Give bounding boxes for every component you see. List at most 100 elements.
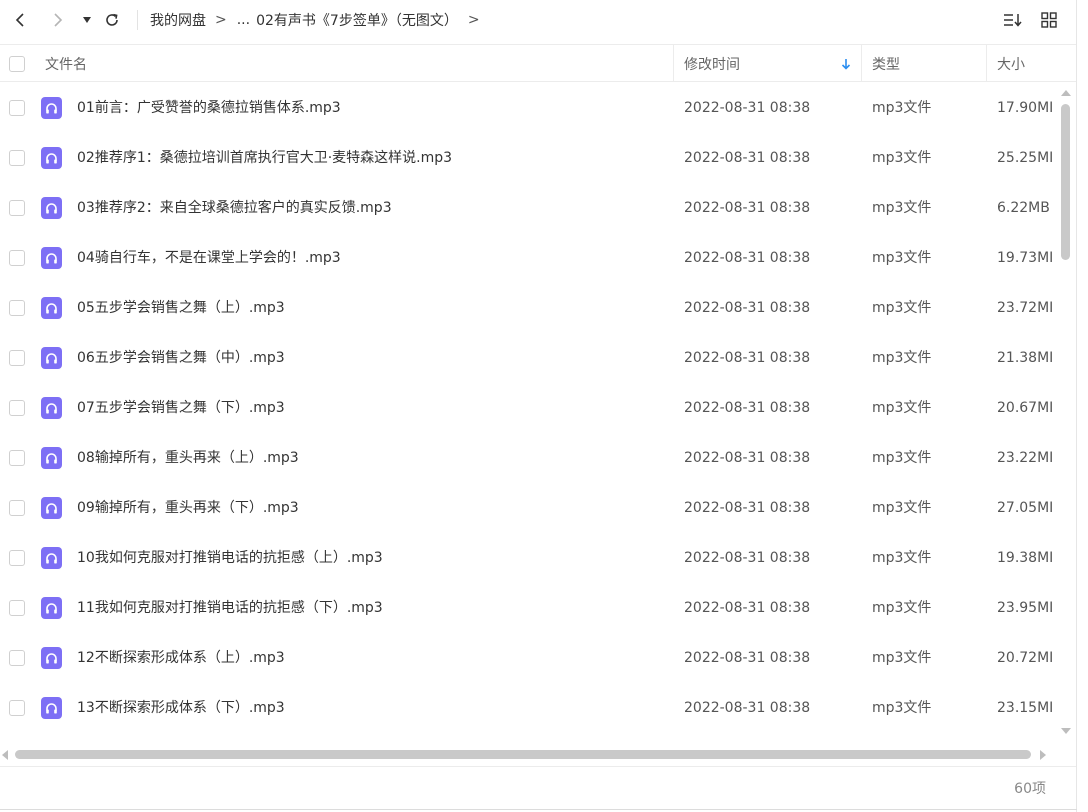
chevron-right-icon xyxy=(54,13,63,27)
file-modified-time: 2022-08-31 08:38 xyxy=(684,550,811,566)
file-name[interactable]: 07五步学会销售之舞（下）.mp3 xyxy=(77,383,285,433)
audio-file-icon xyxy=(41,547,62,569)
file-modified-time: 2022-08-31 08:38 xyxy=(684,400,811,416)
column-divider[interactable] xyxy=(673,45,674,82)
file-name[interactable]: 02推荐序1：桑德拉培训首席执行官大卫·麦特森这样说.mp3 xyxy=(77,133,452,183)
audio-file-icon xyxy=(41,697,62,719)
file-size: 23.22MI xyxy=(997,450,1054,466)
file-modified-time: 2022-08-31 08:38 xyxy=(684,250,811,266)
table-row[interactable]: 02推荐序1：桑德拉培训首席执行官大卫·麦特森这样说.mp3 2022-08-31… xyxy=(0,133,1058,183)
table-row[interactable]: 11我如何克服对打推销电话的抗拒感（下）.mp3 2022-08-31 08:38… xyxy=(0,583,1058,633)
triangle-left-icon xyxy=(2,750,8,760)
row-checkbox[interactable] xyxy=(9,350,25,366)
audio-file-icon xyxy=(41,397,62,419)
row-checkbox[interactable] xyxy=(9,500,25,516)
file-name[interactable]: 06五步学会销售之舞（中）.mp3 xyxy=(77,333,285,383)
table-row[interactable]: 08输掉所有，重头再来（上）.mp3 2022-08-31 08:38 mp3文件 2… xyxy=(0,433,1058,483)
breadcrumb-item-ellipsis[interactable]: ... xyxy=(237,12,250,28)
file-type: mp3文件 xyxy=(872,500,932,516)
back-button[interactable] xyxy=(10,8,30,32)
file-name[interactable]: 11我如何克服对打推销电话的抗拒感（下）.mp3 xyxy=(77,583,383,633)
scroll-right-button[interactable] xyxy=(1038,749,1048,761)
row-checkbox[interactable] xyxy=(9,550,25,566)
audio-file-icon xyxy=(41,297,62,319)
file-size: 20.72MI xyxy=(997,650,1054,666)
scroll-up-button[interactable] xyxy=(1060,88,1072,98)
column-header-size[interactable]: 大小 xyxy=(997,45,1025,82)
scroll-down-button[interactable] xyxy=(1060,726,1072,736)
history-dropdown-button[interactable] xyxy=(80,8,94,32)
toolbar-divider xyxy=(137,10,138,30)
column-divider[interactable] xyxy=(986,45,987,82)
row-checkbox[interactable] xyxy=(9,150,25,166)
column-header-name[interactable]: 文件名 xyxy=(45,45,87,82)
file-name[interactable]: 12不断探索形成体系（上）.mp3 xyxy=(77,633,285,683)
column-header-modified[interactable]: 修改时间 xyxy=(684,45,740,82)
row-checkbox[interactable] xyxy=(9,300,25,316)
refresh-button[interactable] xyxy=(101,8,123,32)
grid-view-button[interactable] xyxy=(1038,10,1060,30)
table-row[interactable]: 12不断探索形成体系（上）.mp3 2022-08-31 08:38 mp3文件 20… xyxy=(0,633,1058,683)
headphones-icon xyxy=(46,402,57,413)
file-name[interactable]: 03推荐序2：来自全球桑德拉客户的真实反馈.mp3 xyxy=(77,183,392,233)
file-name[interactable]: 01前言：广受赞誉的桑德拉销售体系.mp3 xyxy=(77,83,341,133)
file-type: mp3文件 xyxy=(872,550,932,566)
row-checkbox[interactable] xyxy=(9,250,25,266)
file-name[interactable]: 04骑自行车，不是在课堂上学会的！.mp3 xyxy=(77,233,341,283)
table-row[interactable]: 09输掉所有，重头再来（下）.mp3 2022-08-31 08:38 mp3文件 2… xyxy=(0,483,1058,533)
headphones-icon xyxy=(46,652,57,663)
scroll-thumb[interactable] xyxy=(1061,104,1070,260)
select-all-checkbox[interactable] xyxy=(9,55,25,72)
toolbar: 我的网盘 > ... 02有声书《7步签单》（无图文） > xyxy=(0,0,1076,40)
sort-desc-indicator[interactable] xyxy=(841,45,851,82)
column-header: 文件名 修改时间 类型 大小 xyxy=(0,44,1076,82)
table-row[interactable]: 13不断探索形成体系（下）.mp3 2022-08-31 08:38 mp3文件 23… xyxy=(0,683,1058,733)
audio-file-icon xyxy=(41,197,62,219)
row-checkbox[interactable] xyxy=(9,600,25,616)
table-row[interactable]: 03推荐序2：来自全球桑德拉客户的真实反馈.mp3 2022-08-31 08:3… xyxy=(0,183,1058,233)
file-name[interactable]: 09输掉所有，重头再来（下）.mp3 xyxy=(77,483,299,533)
sort-options-button[interactable] xyxy=(1002,10,1024,30)
file-name[interactable]: 13不断探索形成体系（下）.mp3 xyxy=(77,683,285,733)
file-modified-time: 2022-08-31 08:38 xyxy=(684,350,811,366)
grid-icon xyxy=(1041,12,1057,28)
table-row[interactable]: 04骑自行车，不是在课堂上学会的！.mp3 2022-08-31 08:38 mp3… xyxy=(0,233,1058,283)
audio-file-icon xyxy=(41,97,62,119)
file-type: mp3文件 xyxy=(872,150,932,166)
headphones-icon xyxy=(46,502,57,513)
row-checkbox[interactable] xyxy=(9,650,25,666)
row-checkbox[interactable] xyxy=(9,400,25,416)
table-row[interactable]: 07五步学会销售之舞（下）.mp3 2022-08-31 08:38 mp3文件 20… xyxy=(0,383,1058,433)
refresh-icon xyxy=(106,13,118,26)
row-checkbox[interactable] xyxy=(9,450,25,466)
file-size: 23.15MI xyxy=(997,700,1054,716)
table-row[interactable]: 05五步学会销售之舞（上）.mp3 2022-08-31 08:38 mp3文件 23… xyxy=(0,283,1058,333)
file-size: 20.67MI xyxy=(997,400,1054,416)
file-name[interactable]: 10我如何克服对打推销电话的抗拒感（上）.mp3 xyxy=(77,533,383,583)
scroll-left-button[interactable] xyxy=(0,749,10,761)
column-header-type[interactable]: 类型 xyxy=(872,45,900,82)
breadcrumb-item-current[interactable]: 02有声书《7步签单》（无图文） xyxy=(256,10,458,30)
row-checkbox[interactable] xyxy=(9,100,25,116)
item-count: 60项 xyxy=(1014,781,1046,797)
file-name[interactable]: 08输掉所有，重头再来（上）.mp3 xyxy=(77,433,299,483)
table-row[interactable]: 10我如何克服对打推销电话的抗拒感（上）.mp3 2022-08-31 08:38… xyxy=(0,533,1058,583)
forward-button[interactable] xyxy=(48,8,68,32)
headphones-icon xyxy=(46,252,57,263)
file-name[interactable]: 05五步学会销售之舞（上）.mp3 xyxy=(77,283,285,333)
table-row[interactable]: 06五步学会销售之舞（中）.mp3 2022-08-31 08:38 mp3文件 21… xyxy=(0,333,1058,383)
file-modified-time: 2022-08-31 08:38 xyxy=(684,100,811,116)
table-row[interactable]: 01前言：广受赞誉的桑德拉销售体系.mp3 2022-08-31 08:38 mp3… xyxy=(0,83,1058,133)
file-size: 23.72MI xyxy=(997,300,1054,316)
column-divider[interactable] xyxy=(861,45,862,82)
horizontal-scrollbar[interactable] xyxy=(0,746,1050,764)
file-modified-time: 2022-08-31 08:38 xyxy=(684,300,811,316)
row-checkbox[interactable] xyxy=(9,200,25,216)
vertical-scrollbar[interactable] xyxy=(1058,84,1074,746)
status-bar: 60项 xyxy=(0,766,1076,810)
headphones-icon xyxy=(46,302,57,313)
breadcrumb-separator: > xyxy=(467,12,480,28)
breadcrumb-item-root[interactable]: 我的网盘 xyxy=(150,10,206,30)
scroll-thumb[interactable] xyxy=(15,750,1031,759)
row-checkbox[interactable] xyxy=(9,700,25,716)
